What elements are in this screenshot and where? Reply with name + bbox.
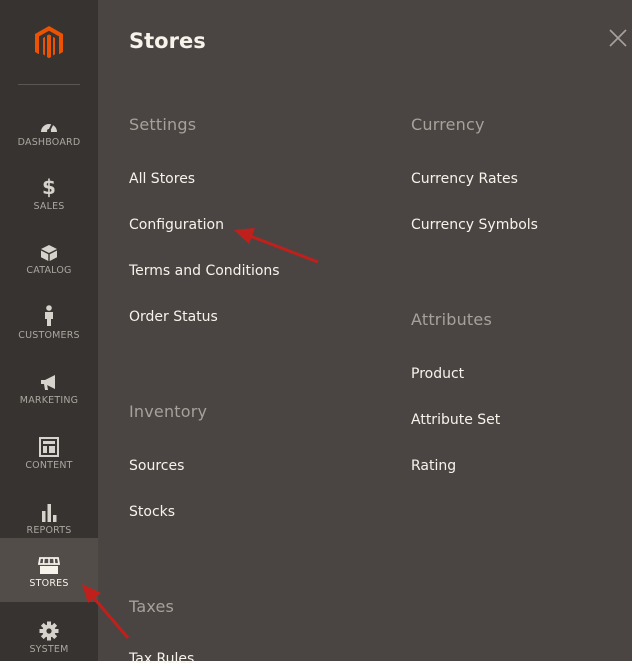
admin-sidebar: DASHBOARD $ SALES CATALOG CUSTOMERS MARK… [0, 0, 98, 661]
nav-label: CONTENT [25, 460, 73, 471]
link-sources[interactable]: Sources [129, 458, 184, 474]
section-title-inventory: Inventory [129, 402, 208, 421]
gear-icon [39, 617, 59, 641]
link-order-status[interactable]: Order Status [129, 309, 218, 325]
stores-flyout-panel: Stores Settings All Stores Configuration… [98, 0, 632, 667]
link-attribute-set[interactable]: Attribute Set [411, 412, 500, 428]
nav-customers[interactable]: CUSTOMERS [0, 290, 98, 354]
nav-catalog[interactable]: CATALOG [0, 225, 98, 289]
logo-divider [18, 84, 80, 85]
link-configuration[interactable]: Configuration [129, 217, 224, 233]
section-title-settings: Settings [129, 115, 197, 134]
nav-dashboard[interactable]: DASHBOARD [0, 97, 98, 161]
close-icon [609, 29, 627, 47]
link-terms-and-conditions[interactable]: Terms and Conditions [129, 263, 280, 279]
nav-label: DASHBOARD [17, 137, 81, 148]
nav-marketing[interactable]: MARKETING [0, 355, 98, 419]
nav-label: CUSTOMERS [18, 330, 80, 341]
link-tax-rules[interactable]: Tax Rules [129, 651, 194, 667]
box-icon [40, 238, 58, 262]
nav-label: MARKETING [19, 395, 79, 406]
bar-chart-icon [39, 498, 59, 522]
storefront-icon [38, 551, 60, 575]
nav-label: SALES [33, 201, 65, 212]
link-all-stores[interactable]: All Stores [129, 171, 195, 187]
layout-icon [39, 433, 59, 457]
person-icon [43, 303, 55, 327]
nav-label: STORES [29, 578, 69, 589]
dashboard-icon [39, 110, 59, 134]
link-currency-symbols[interactable]: Currency Symbols [411, 217, 538, 233]
nav-label: REPORTS [26, 525, 72, 536]
magento-logo-icon [35, 26, 63, 59]
nav-label: SYSTEM [29, 644, 69, 655]
nav-sales[interactable]: $ SALES [0, 161, 98, 225]
nav-label: CATALOG [26, 265, 72, 276]
logo[interactable] [0, 0, 98, 86]
panel-title: Stores [129, 29, 206, 53]
link-stocks[interactable]: Stocks [129, 504, 175, 520]
nav-stores[interactable]: STORES [0, 538, 98, 602]
nav-system[interactable]: SYSTEM [0, 604, 98, 668]
nav-content[interactable]: CONTENT [0, 420, 98, 484]
close-button[interactable] [606, 26, 630, 50]
megaphone-icon [39, 368, 59, 392]
section-title-taxes: Taxes [129, 597, 175, 616]
link-rating[interactable]: Rating [411, 458, 456, 474]
section-title-attributes: Attributes [411, 310, 492, 329]
link-currency-rates[interactable]: Currency Rates [411, 171, 518, 187]
dollar-icon: $ [42, 175, 56, 199]
section-title-currency: Currency [411, 115, 485, 134]
link-product[interactable]: Product [411, 366, 464, 382]
